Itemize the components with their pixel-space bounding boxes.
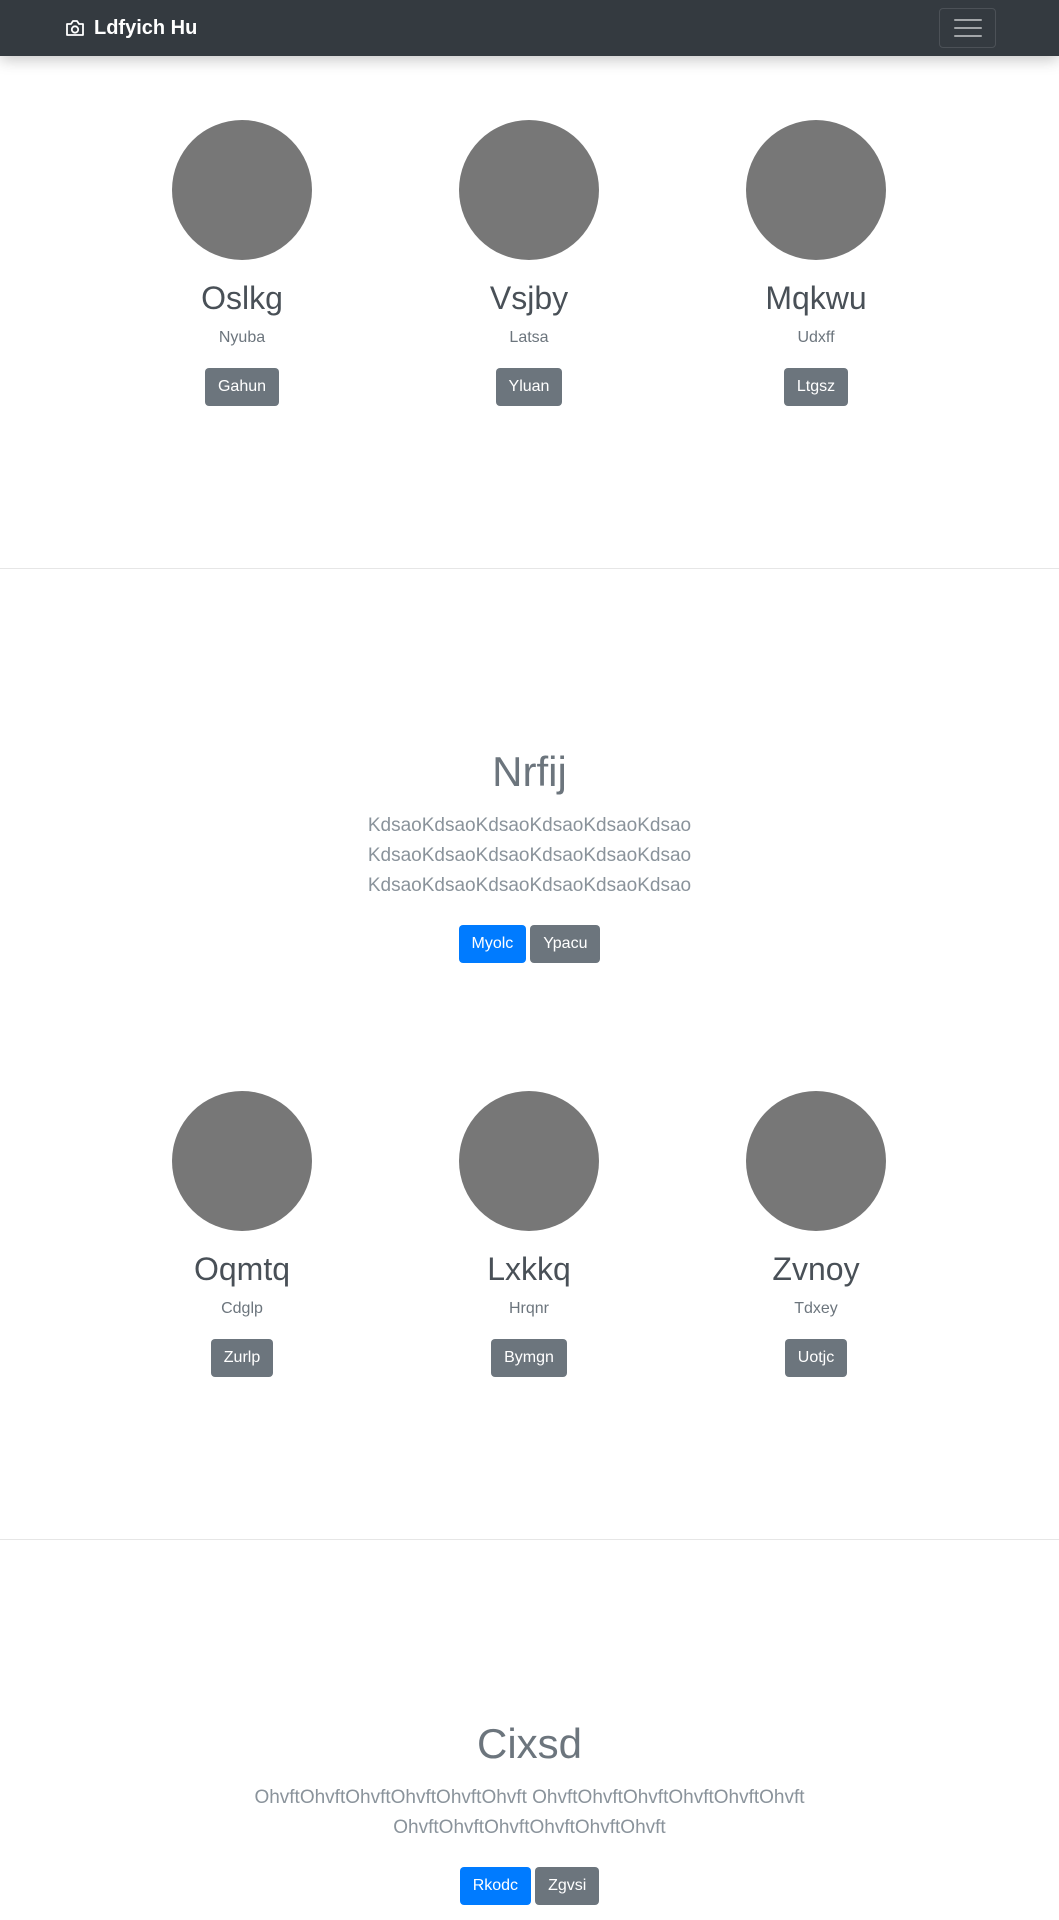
- member-role: Tdxey: [794, 1300, 838, 1317]
- team-member: Lxkkq Hrqnr Bymgn: [419, 1091, 639, 1377]
- hero-section-1: Nrfij KdsaoKdsaoKdsaoKdsaoKdsaoKdsao Kds…: [0, 751, 1059, 963]
- section-divider: [0, 1539, 1059, 1540]
- member-name: Oqmtq: [193, 1251, 291, 1287]
- member-role: Nyuba: [218, 329, 266, 346]
- avatar: [172, 120, 312, 260]
- member-button[interactable]: Bymgn: [491, 1339, 567, 1377]
- navbar-toggler-button[interactable]: [939, 8, 996, 48]
- avatar: [746, 1091, 886, 1231]
- member-button[interactable]: Zurlp: [210, 1339, 274, 1377]
- hero-title: Nrfij: [492, 748, 567, 795]
- team-member: Oslkg Nyuba Gahun: [132, 120, 352, 406]
- member-button[interactable]: Yluan: [495, 368, 563, 406]
- section-divider: [0, 568, 1059, 569]
- hero-buttons: Myolc Ypacu: [0, 925, 1059, 963]
- avatar: [172, 1091, 312, 1231]
- member-role: Hrqnr: [508, 1300, 549, 1317]
- brand-text[interactable]: Ldfyich Hu: [94, 17, 197, 40]
- member-button[interactable]: Uotjc: [784, 1339, 848, 1377]
- team-member: Vsjby Latsa Yluan: [419, 120, 639, 406]
- avatar: [459, 1091, 599, 1231]
- member-name: Lxkkq: [487, 1251, 571, 1287]
- hero-secondary-button[interactable]: Zgvsi: [535, 1867, 600, 1905]
- member-name: Vsjby: [489, 280, 569, 316]
- hero-section-2: Cixsd OhvftOhvftOhvftOhvftOhvftOhvft Ohv…: [0, 1723, 1059, 1905]
- member-role: Udxff: [797, 329, 835, 346]
- avatar: [746, 120, 886, 260]
- member-button[interactable]: Ltgsz: [783, 368, 849, 406]
- team-member: Mqkwu Udxff Ltgsz: [706, 120, 926, 406]
- member-name: Mqkwu: [765, 280, 867, 316]
- hero-title: Cixsd: [476, 1720, 583, 1767]
- hero-buttons: Rkodc Zgvsi: [0, 1867, 1059, 1905]
- navbar-brand[interactable]: Ldfyich Hu: [65, 0, 197, 56]
- member-role: Latsa: [509, 329, 549, 346]
- team-member: Zvnoy Tdxey Uotjc: [706, 1091, 926, 1377]
- member-name: Zvnoy: [772, 1251, 860, 1287]
- camera-icon: [66, 20, 84, 36]
- member-role: Cdglp: [221, 1300, 263, 1317]
- team-member: Oqmtq Cdglp Zurlp: [132, 1091, 352, 1377]
- hero-secondary-button[interactable]: Ypacu: [530, 925, 601, 963]
- hero-text: KdsaoKdsaoKdsaoKdsaoKdsaoKdsao KdsaoKdsa…: [367, 815, 692, 896]
- hero-primary-button[interactable]: Rkodc: [459, 1867, 532, 1905]
- navbar: Ldfyich Hu: [0, 0, 1059, 56]
- member-name: Oslkg: [201, 280, 283, 316]
- hero-text: OhvftOhvftOhvftOhvftOhvftOhvft OhvftOhvf…: [254, 1787, 805, 1838]
- avatar: [459, 120, 599, 260]
- hamburger-icon: [953, 19, 982, 21]
- member-button[interactable]: Gahun: [204, 368, 280, 406]
- hero-primary-button[interactable]: Myolc: [458, 925, 527, 963]
